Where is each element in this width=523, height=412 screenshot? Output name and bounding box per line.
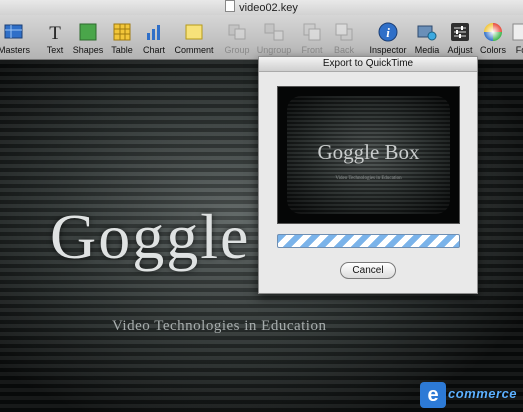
back-icon — [335, 23, 353, 41]
svg-text:T: T — [49, 23, 61, 42]
preview-frame: Goggle Box Video Technologies in Educati… — [287, 96, 450, 214]
ecommerce-logo: e commerce — [420, 382, 520, 408]
cancel-button[interactable]: Cancel — [340, 262, 396, 279]
adjust-icon — [451, 23, 469, 41]
window-title: video02.key — [239, 2, 298, 14]
export-preview: Goggle Box Video Technologies in Educati… — [277, 86, 460, 224]
shapes-icon — [79, 23, 97, 41]
front-button[interactable]: Front — [298, 15, 326, 59]
colors-button[interactable]: Colors — [478, 15, 508, 59]
text-icon: T — [49, 23, 61, 42]
text-button[interactable]: T Text — [40, 15, 70, 59]
table-icon — [113, 23, 131, 41]
fonts-icon — [512, 23, 523, 41]
comment-button[interactable]: Comment — [172, 15, 216, 59]
inspector-icon: i — [378, 22, 398, 42]
logo-letter: e — [420, 382, 446, 408]
chart-icon — [147, 25, 160, 40]
slide-subtitle[interactable]: Video Technologies in Education — [112, 318, 326, 335]
comment-icon — [185, 24, 203, 40]
back-button[interactable]: Back — [330, 15, 358, 59]
window-title-bar: video02.key — [0, 0, 523, 15]
fonts-button[interactable]: Fo — [510, 15, 523, 59]
table-button[interactable]: Table — [108, 15, 136, 59]
adjust-button[interactable]: Adjust — [444, 15, 476, 59]
colors-icon — [484, 23, 502, 41]
group-icon — [228, 24, 246, 40]
slide-title[interactable]: Goggle — [50, 205, 250, 269]
preview-subtitle: Video Technologies in Education — [335, 176, 402, 181]
chart-button[interactable]: Chart — [140, 15, 168, 59]
preview-title: Goggle Box — [317, 140, 420, 164]
svg-text:i: i — [386, 25, 390, 40]
masters-button[interactable]: Masters — [0, 15, 34, 59]
document-icon — [225, 0, 236, 12]
export-quicktime-dialog: Export to QuickTime Goggle Box Video Tec… — [258, 56, 478, 294]
media-icon — [417, 25, 437, 41]
masters-icon — [4, 24, 23, 39]
shapes-button[interactable]: Shapes — [72, 15, 104, 59]
inspector-button[interactable]: i Inspector — [366, 15, 410, 59]
dialog-title: Export to QuickTime — [259, 57, 477, 72]
toolbar: Masters T Text Shapes Table Chart Commen… — [0, 15, 523, 60]
group-button[interactable]: Group — [222, 15, 252, 59]
ungroup-button[interactable]: Ungroup — [256, 15, 292, 59]
front-icon — [303, 23, 321, 41]
logo-word: commerce — [448, 386, 518, 401]
export-progress-bar — [277, 234, 460, 248]
media-button[interactable]: Media — [412, 15, 442, 59]
ungroup-icon — [264, 23, 284, 41]
